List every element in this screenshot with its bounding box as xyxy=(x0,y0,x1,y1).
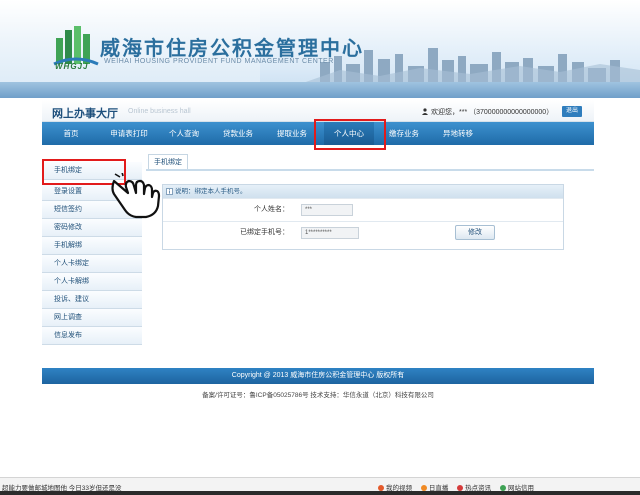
sidebar-item-password-change[interactable]: 密码修改 xyxy=(42,219,142,237)
sidebar-item-survey[interactable]: 网上调查 xyxy=(42,309,142,327)
name-row: 个人姓名： *** xyxy=(163,198,563,220)
sidebar-item-card-binding[interactable]: 个人卡绑定 xyxy=(42,255,142,273)
highlight-box-personal-center xyxy=(314,119,386,150)
panel-header: 说明：绑定本人手机号。 xyxy=(163,185,563,198)
phone-binding-panel: 说明：绑定本人手机号。 个人姓名： *** 已绑定手机号： 1*********… xyxy=(162,184,564,250)
nav-item-form-print[interactable]: 申请表打印 xyxy=(102,122,156,145)
name-label: 个人姓名： xyxy=(254,206,289,213)
user-icon xyxy=(422,108,428,115)
sidebar-item-announcements[interactable]: 信息发布 xyxy=(42,327,142,345)
site-subtitle: WEIHAI HOUSING PROVIDENT FUND MANAGEMENT… xyxy=(104,58,334,65)
nav-item-home[interactable]: 首页 xyxy=(54,122,88,145)
name-field: *** xyxy=(301,204,353,216)
panel-note: 说明：绑定本人手机号。 xyxy=(175,188,247,195)
tab-divider xyxy=(146,169,594,171)
site-banner: WHGJJ 威海市住房公积金管理中心 WEIHAI HOUSING PROVID… xyxy=(0,0,640,98)
sidebar-item-phone-unbind[interactable]: 手机解绑 xyxy=(42,237,142,255)
sidebar-item-card-unbind[interactable]: 个人卡解绑 xyxy=(42,273,142,291)
nav-item-withdrawal[interactable]: 提取业务 xyxy=(270,122,314,145)
nav-item-transfer[interactable]: 异地转移 xyxy=(436,122,480,145)
site-title: 威海市住房公积金管理中心 xyxy=(100,36,364,60)
taskbar xyxy=(0,491,640,495)
info-icon xyxy=(166,188,173,195)
tab-phone-binding[interactable]: 手机绑定 xyxy=(148,154,188,170)
logout-button[interactable]: 退出 xyxy=(562,106,582,117)
copyright-bar: Copyright @ 2013 威海市住房公积金管理中心 版权所有 xyxy=(42,368,594,384)
phone-field: 1********** xyxy=(301,227,359,239)
logo-text: WHGJJ xyxy=(55,62,89,71)
hall-subtitle: Online business hall xyxy=(128,108,191,115)
nav-item-deposit[interactable]: 缴存业务 xyxy=(382,122,426,145)
banner-sea xyxy=(0,82,640,98)
welcome-label: 欢迎您，*** （370000000000000000） xyxy=(431,109,554,116)
hall-title: 网上办事大厅 xyxy=(52,108,118,120)
hand-pointer-icon xyxy=(111,173,161,219)
record-text: 备案/许可证号：鲁ICP备05025786号 技术支持：华信永道（北京）科技有限… xyxy=(202,392,434,399)
nav-item-loan[interactable]: 贷款业务 xyxy=(216,122,260,145)
sidebar-item-complaints[interactable]: 投诉、建议 xyxy=(42,291,142,309)
nav-item-personal-query[interactable]: 个人查询 xyxy=(162,122,206,145)
modify-button[interactable]: 修改 xyxy=(455,225,495,240)
phone-label: 已绑定手机号： xyxy=(240,229,289,236)
phone-row: 已绑定手机号： 1********** 修改 xyxy=(163,221,563,243)
welcome-text: 欢迎您，*** （370000000000000000） xyxy=(422,107,553,117)
